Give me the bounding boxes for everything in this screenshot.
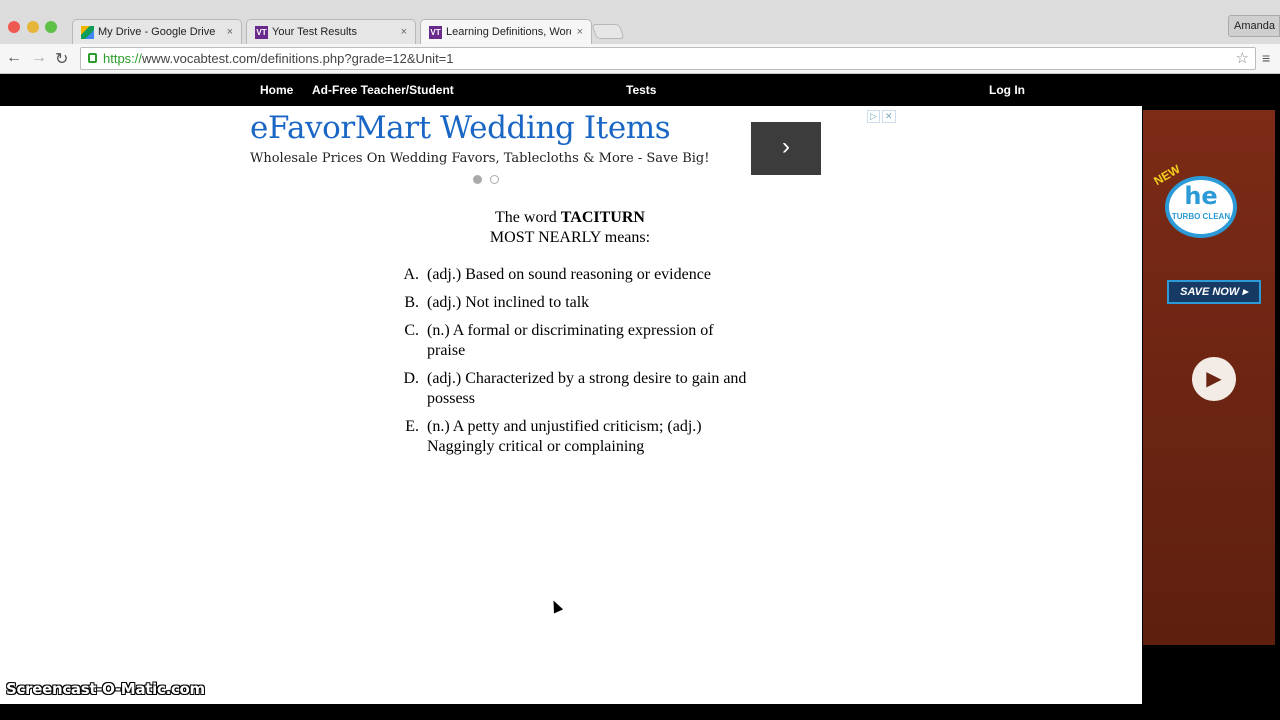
tab-label: Learning Definitions, Word [446, 26, 571, 38]
ad-carousel-dot-active[interactable] [473, 175, 482, 184]
menu-icon[interactable]: ≡ [1262, 50, 1270, 66]
vocabtest-icon: VT [429, 25, 442, 39]
minimize-window-button[interactable] [27, 21, 39, 33]
ad-close-icon[interactable]: ✕ [882, 110, 896, 123]
answer-choice-c[interactable]: C. (n.) A formal or discriminating expre… [395, 321, 755, 361]
answer-choices: A. (adj.) Based on sound reasoning or ev… [395, 265, 755, 465]
tab-google-drive[interactable]: My Drive - Google Drive × [72, 19, 242, 44]
ad-description: Wholesale Prices On Wedding Favors, Tabl… [250, 151, 710, 166]
forward-arrow-icon[interactable]: → [31, 49, 47, 67]
choice-text: (adj.) Not inclined to talk [427, 294, 590, 311]
question-line2: MOST NEARLY means: [489, 229, 651, 246]
nav-login[interactable]: Log In [989, 83, 1025, 97]
side-banner-ad[interactable]: NEW he TURBO CLEAN SAVE NOW ▸ ▶ [1143, 110, 1275, 645]
screencast-watermark: Screencast-O-Matic.com [6, 680, 205, 698]
nav-home[interactable]: Home [260, 83, 293, 97]
answer-choice-b[interactable]: B. (adj.) Not inclined to talk [395, 293, 755, 313]
tab-label: Your Test Results [272, 26, 357, 38]
profile-button[interactable]: Amanda [1228, 15, 1280, 37]
nav-ad-free[interactable]: Ad-Free Teacher/Student [312, 83, 454, 97]
choice-text: (n.) A formal or discriminating expressi… [427, 322, 714, 359]
bookmark-star-icon[interactable]: ☆ [1236, 48, 1249, 69]
play-icon[interactable]: ▶ [1192, 357, 1236, 401]
tab-learning-definitions[interactable]: VT Learning Definitions, Word × [420, 19, 592, 44]
choice-letter: D. [403, 370, 419, 387]
ad-next-button[interactable]: › [751, 122, 821, 175]
page-content: eFavorMart Wedding Items Wholesale Price… [0, 106, 1142, 704]
choice-letter: B. [404, 294, 419, 311]
site-nav: Home Ad-Free Teacher/Student Tests Log I… [0, 74, 1275, 106]
ad-headline-link[interactable]: eFavorMart Wedding Items [250, 110, 671, 146]
browser-toolbar: ← → ↻ https://www.vocabtest.com/definiti… [0, 44, 1280, 74]
choice-letter: C. [404, 322, 419, 339]
answer-choice-d[interactable]: D. (adj.) Characterized by a strong desi… [395, 369, 755, 409]
he-turbo-clean-logo: he TURBO CLEAN [1165, 176, 1237, 238]
url-text: www.vocabtest.com/definitions.php?grade=… [142, 51, 454, 66]
ad-carousel-dot[interactable] [490, 175, 499, 184]
nav-tests[interactable]: Tests [626, 83, 656, 97]
question-prompt: The word TACITURN MOST NEARLY means: [420, 208, 720, 248]
url-protocol: https:// [103, 51, 143, 66]
tab-test-results[interactable]: VT Your Test Results × [246, 19, 416, 44]
reload-icon[interactable]: ↻ [55, 49, 68, 69]
vocabtest-icon: VT [255, 25, 268, 39]
close-window-button[interactable] [8, 21, 20, 33]
answer-choice-e[interactable]: E. (n.) A petty and unjustified criticis… [395, 417, 755, 457]
answer-choice-a[interactable]: A. (adj.) Based on sound reasoning or ev… [395, 265, 755, 285]
logo-he-text: he [1184, 182, 1218, 210]
save-now-button[interactable]: SAVE NOW ▸ [1167, 280, 1261, 304]
lock-icon [88, 53, 97, 63]
new-tab-button[interactable] [591, 24, 625, 39]
choice-text: (adj.) Characterized by a strong desire … [427, 370, 747, 407]
choice-letter: E. [405, 418, 419, 435]
question-word: TACITURN [560, 209, 645, 226]
browser-tab-strip: My Drive - Google Drive × VT Your Test R… [0, 0, 1280, 44]
address-bar[interactable]: https://www.vocabtest.com/definitions.ph… [80, 47, 1256, 70]
maximize-window-button[interactable] [45, 21, 57, 33]
back-arrow-icon[interactable]: ← [6, 49, 22, 67]
choice-text: (adj.) Based on sound reasoning or evide… [427, 266, 711, 283]
close-tab-icon[interactable]: × [577, 26, 583, 38]
google-drive-icon [81, 25, 94, 39]
tab-label: My Drive - Google Drive [98, 26, 216, 38]
logo-subtext: TURBO CLEAN [1171, 212, 1231, 221]
choice-text: (n.) A petty and unjustified criticism; … [427, 418, 702, 455]
close-tab-icon[interactable]: × [227, 26, 233, 38]
question-prefix: The word [495, 209, 561, 226]
adchoices-icon[interactable]: ▷ [867, 110, 880, 123]
close-tab-icon[interactable]: × [401, 26, 407, 38]
choice-letter: A. [403, 266, 419, 283]
